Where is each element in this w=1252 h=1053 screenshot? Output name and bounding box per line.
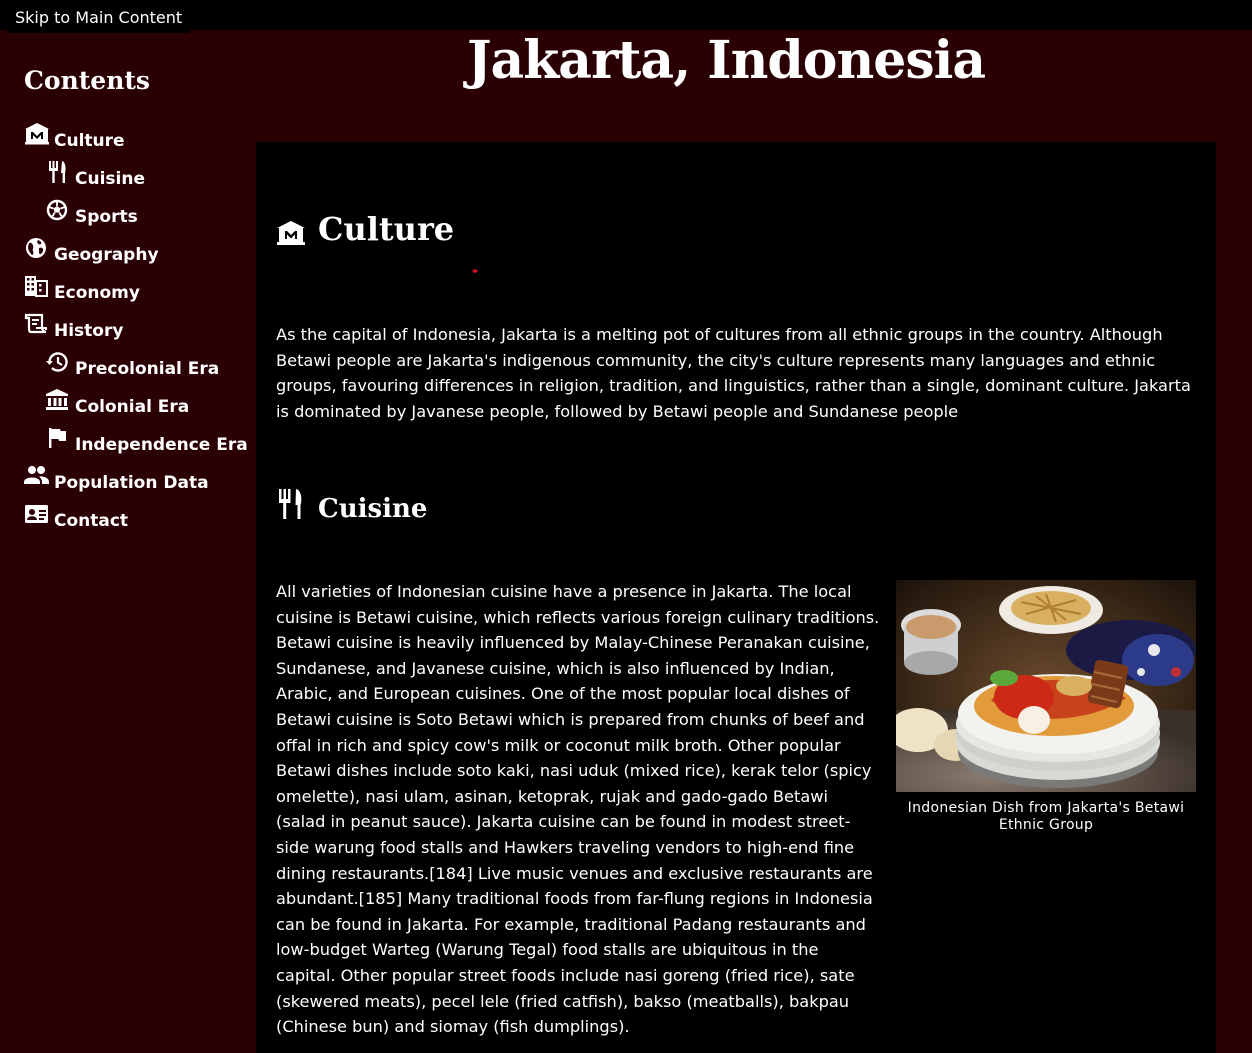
sidebar-item-label: Contact: [54, 511, 129, 531]
sidebar-item-sports[interactable]: Sports: [24, 199, 248, 238]
culture-heading: Culture: [276, 210, 454, 248]
cuisine-figure: Indonesian Dish from Jakarta's Betawi Et…: [896, 580, 1196, 834]
sidebar-item-geography[interactable]: Geography: [24, 238, 248, 276]
main-content: Culture As the capital of Indonesia, Jak…: [256, 142, 1216, 1053]
sidebar-link-culture[interactable]: Culture: [24, 123, 125, 151]
stray-red-dot: [472, 269, 478, 273]
sidebar-item-label: Population Data: [54, 473, 209, 493]
sidebar-item-label: Precolonial Era: [75, 359, 220, 379]
sidebar-item-independence-era[interactable]: Independence Era: [24, 428, 248, 466]
scroll-icon: [24, 313, 47, 334]
utensils-icon: [49, 161, 66, 183]
sidebar-nav: Contents Culture Cuisine Sports Geograph…: [0, 30, 248, 1053]
sidebar-item-population-data[interactable]: Population Data: [24, 466, 248, 504]
sidebar-title: Contents: [24, 66, 151, 95]
sidebar-link-cuisine[interactable]: Cuisine: [45, 161, 145, 189]
sidebar-item-contact[interactable]: Contact: [24, 504, 248, 542]
sidebar-item-colonial-era[interactable]: Colonial Era: [24, 389, 248, 428]
sidebar-link-precolonial-era[interactable]: Precolonial Era: [45, 352, 219, 379]
sidebar-item-precolonial-era[interactable]: Precolonial Era: [24, 352, 248, 390]
sidebar-item-label: Cuisine: [75, 169, 145, 189]
sidebar-item-label: Geography: [54, 245, 159, 265]
sidebar-link-sports[interactable]: Sports: [45, 199, 138, 227]
sidebar-item-label: History: [54, 321, 124, 341]
sidebar-link-economy[interactable]: Economy: [24, 276, 140, 303]
cuisine-paragraph: All varieties of Indonesian cuisine have…: [276, 582, 880, 1037]
food-image-caption: Indonesian Dish from Jakarta's Betawi Et…: [907, 800, 1185, 833]
sidebar-item-label: Culture: [54, 131, 125, 151]
food-dish-image: [896, 580, 1196, 792]
sidebar-link-history[interactable]: History: [24, 313, 124, 341]
sidebar-link-contact[interactable]: Contact: [24, 504, 128, 531]
skip-to-main-link[interactable]: Skip to Main Content: [6, 3, 192, 33]
sidebar-item-label: Independence Era: [75, 435, 248, 455]
culture-heading-text: Culture: [318, 210, 455, 248]
sidebar-item-label: Colonial Era: [75, 397, 190, 417]
sidebar-item-history[interactable]: History: [24, 313, 248, 352]
flag-icon: [49, 428, 66, 448]
utensils-icon: [279, 489, 302, 519]
sidebar-item-economy[interactable]: Economy: [24, 276, 248, 314]
history-clock-icon: [46, 352, 68, 372]
contact-card-icon: [25, 505, 48, 523]
museum-icon: [277, 221, 305, 245]
cuisine-heading-text: Cuisine: [318, 494, 428, 524]
page-title: Jakarta, Indonesia: [466, 30, 986, 91]
culture-paragraph: As the capital of Indonesia, Jakarta is …: [276, 325, 1191, 421]
sidebar-link-colonial-era[interactable]: Colonial Era: [45, 389, 190, 417]
sidebar-item-label: Sports: [75, 207, 138, 227]
globe-icon: [26, 238, 46, 258]
sidebar-item-culture[interactable]: Culture: [24, 123, 248, 162]
bank-icon: [46, 389, 68, 410]
people-icon: [24, 466, 49, 484]
sidebar-link-geography[interactable]: Geography: [24, 238, 159, 265]
soccer-ball-icon: [46, 199, 68, 221]
buildings-icon: [25, 276, 48, 297]
table-of-contents: Culture Cuisine Sports Geography Economy…: [24, 123, 248, 542]
cuisine-heading: Cuisine: [276, 488, 427, 524]
sidebar-link-independence-era[interactable]: Independence Era: [45, 428, 248, 455]
sidebar-link-population-data[interactable]: Population Data: [24, 466, 209, 493]
museum-icon: [25, 123, 49, 145]
sidebar-item-cuisine[interactable]: Cuisine: [24, 161, 248, 200]
sidebar-item-label: Economy: [54, 283, 140, 303]
